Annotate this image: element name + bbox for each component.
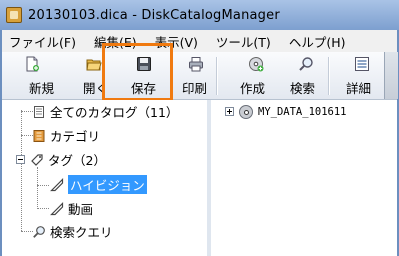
collapse-icon[interactable]	[16, 155, 25, 164]
tree-item-tags[interactable]: タグ（2）	[16, 149, 106, 170]
open-button[interactable]: 開く	[66, 52, 109, 99]
tag-icon	[50, 201, 64, 215]
search-icon	[299, 57, 313, 71]
search-query-icon	[33, 225, 45, 238]
details-button[interactable]: 詳細	[340, 52, 380, 99]
catalog-tree-pane: 全てのカタログ（11） カテゴリ タグ（2） ハイビジョン 動画 検索クエリ	[2, 100, 208, 256]
print-button[interactable]: 印刷	[172, 52, 212, 99]
save-button[interactable]: 保存	[120, 52, 160, 99]
open-button-label: 開く	[83, 81, 109, 96]
menu-help[interactable]: ヘルプ(H)	[280, 32, 355, 51]
category-icon	[33, 129, 45, 142]
expand-icon[interactable]	[225, 107, 234, 116]
app-icon	[6, 7, 22, 23]
tree-item-categories[interactable]: カテゴリ	[32, 125, 100, 146]
tree-connector-line	[37, 167, 38, 207]
catalog-book-icon	[34, 105, 44, 118]
tree-item-tag-hivision[interactable]: ハイビジョン	[50, 174, 147, 195]
save-disk-icon	[137, 57, 151, 71]
toolbar-separator	[328, 57, 330, 95]
printer-icon	[189, 57, 203, 72]
window-title: 20130103.dica - DiskCatalogManager	[28, 7, 280, 23]
tree-item-tag-video[interactable]: 動画	[50, 198, 93, 219]
tree-item-label: 全てのカタログ（11）	[50, 105, 179, 120]
toolbar-separator	[216, 57, 218, 95]
menu-view[interactable]: 表示(V)	[146, 32, 207, 51]
tree-connector-line	[37, 185, 49, 186]
catalog-item[interactable]: MY_DATA_101611	[225, 101, 347, 122]
new-document-icon	[26, 56, 39, 72]
tree-connector-line	[37, 208, 49, 209]
menu-edit[interactable]: 編集(E)	[85, 32, 146, 51]
tree-item-label: 検索クエリ	[50, 225, 113, 240]
tree-item-label: ハイビジョン	[68, 175, 147, 194]
disk-icon	[239, 104, 253, 119]
app-window: 20130103.dica - DiskCatalogManager ファイル(…	[0, 0, 399, 256]
print-button-label: 印刷	[182, 81, 208, 96]
details-list-icon	[355, 57, 369, 71]
tag-icon	[31, 153, 43, 166]
menu-bar: ファイル(F) 編集(E) 表示(V) ツール(T) ヘルプ(H)	[2, 30, 397, 52]
create-disk-icon	[249, 57, 264, 72]
tree-connector-line	[21, 110, 22, 231]
toolbar-overflow-button[interactable]	[384, 52, 398, 99]
title-bar[interactable]: 20130103.dica - DiskCatalogManager	[0, 0, 399, 30]
tree-item-all-catalogs[interactable]: 全てのカタログ（11）	[32, 101, 178, 122]
save-button-label: 保存	[131, 81, 157, 96]
tree-item-label: カテゴリ	[50, 129, 101, 144]
tree-item-search-queries[interactable]: 検索クエリ	[32, 221, 113, 242]
open-folder-icon	[86, 59, 102, 71]
catalog-list-pane: MY_DATA_101611	[211, 100, 397, 256]
details-button-label: 詳細	[346, 81, 372, 96]
tag-icon	[50, 177, 64, 191]
tree-item-label: 動画	[68, 202, 94, 217]
toolbar: 新規 開く 保存 印刷 作成 検索 詳細	[2, 52, 398, 100]
create-button[interactable]: 作成	[232, 52, 272, 99]
menu-file[interactable]: ファイル(F)	[2, 32, 85, 51]
menu-tools[interactable]: ツール(T)	[207, 32, 280, 51]
new-button[interactable]: 新規	[12, 52, 55, 99]
catalog-item-label: MY_DATA_101611	[258, 105, 347, 118]
create-button-label: 作成	[240, 81, 266, 96]
search-button[interactable]: 検索	[284, 52, 324, 99]
tree-item-label: タグ（2）	[48, 153, 106, 168]
new-button-label: 新規	[29, 81, 55, 96]
search-button-label: 検索	[290, 81, 316, 96]
